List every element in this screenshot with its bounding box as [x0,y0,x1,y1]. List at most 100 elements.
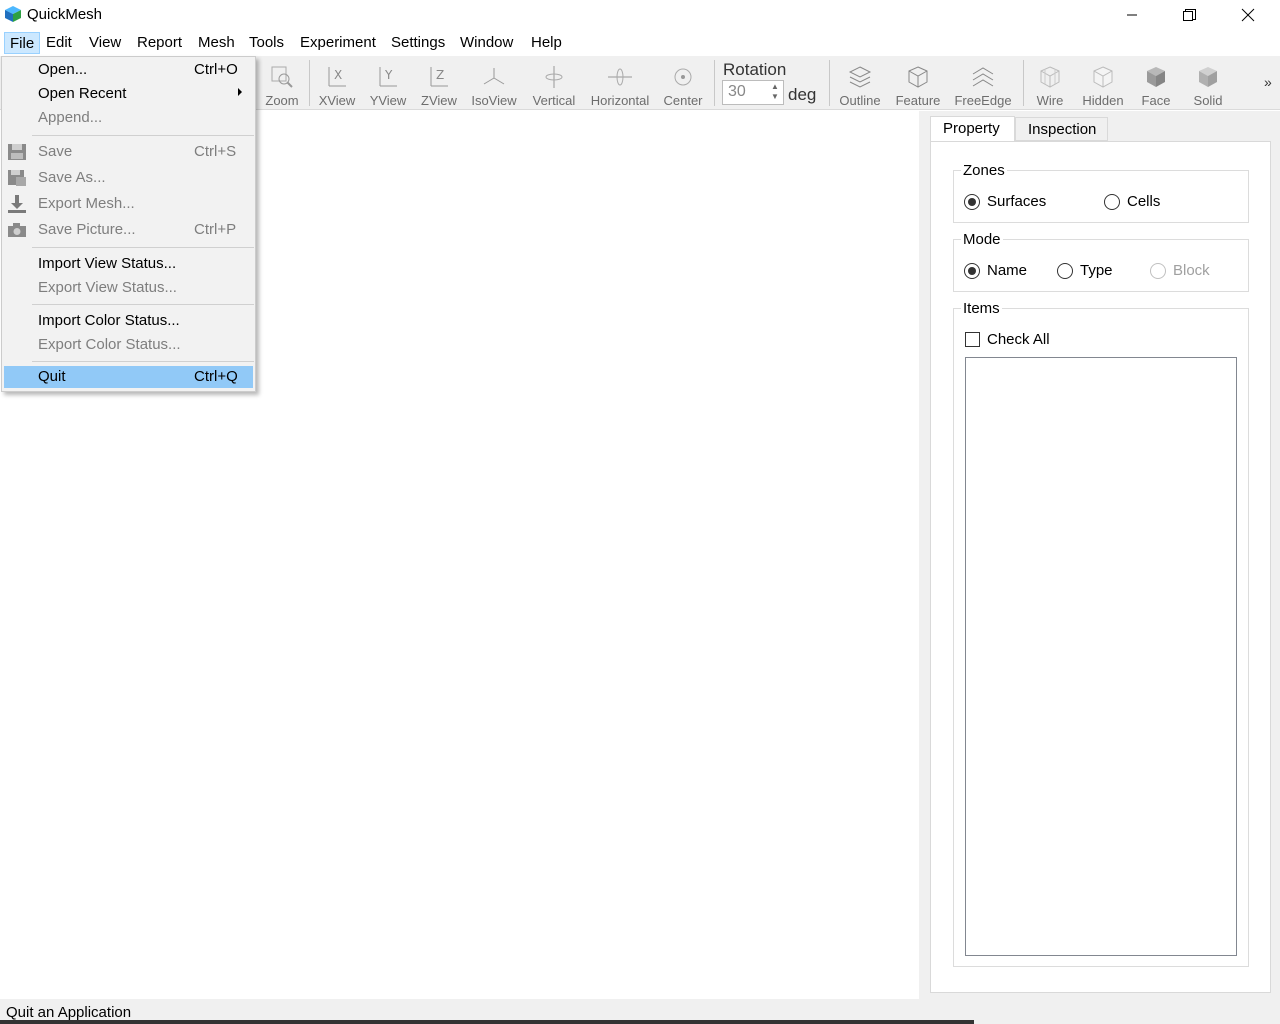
menu-export-color-status[interactable]: Export Color Status... [4,334,253,356]
items-label: Items [961,300,1002,317]
menu-save[interactable]: Save Ctrl+S [4,141,253,163]
wire-button[interactable]: Wire [1030,58,1070,108]
minimize-button[interactable] [1103,0,1161,30]
toolbar-overflow-icon[interactable]: » [1264,74,1272,90]
menu-export-view-status[interactable]: Export View Status... [4,277,253,299]
menu-separator [32,247,254,248]
window-title: QuickMesh [27,6,103,23]
z-axis-view-icon: Z [430,67,448,87]
menu-save-as[interactable]: Save As... [4,167,253,189]
radio-unchecked-icon [1057,262,1073,279]
app-logo-icon [5,6,21,22]
checkbox-unchecked-icon [965,332,980,347]
radio-unchecked-icon [1104,193,1120,210]
menu-separator [32,135,254,136]
svg-text:Z: Z [436,68,444,82]
menu-mesh[interactable]: Mesh [193,32,240,54]
solid-button[interactable]: Solid [1187,58,1229,108]
solid-shading-icon [1199,67,1217,87]
minimize-icon [1127,14,1137,16]
horizontal-rotate-icon [608,68,632,86]
spin-up-icon[interactable]: ▲ [768,82,782,92]
restore-button[interactable] [1160,0,1218,30]
menu-report[interactable]: Report [132,32,187,54]
menu-append[interactable]: Append... [4,107,253,129]
freeedge-button[interactable]: FreeEdge [953,58,1013,108]
isoview-button[interactable]: IsoView [469,58,519,108]
menu-window[interactable]: Window [455,32,518,54]
panel-splitter[interactable] [919,111,929,999]
mode-block-radio[interactable]: Block [1150,262,1210,279]
vertical-rotate-button[interactable]: Vertical [529,58,579,108]
camera-icon [8,223,26,237]
mode-type-radio[interactable]: Type [1057,262,1113,279]
free-edge-icon [972,67,994,87]
radio-disabled-icon [1150,262,1166,279]
menu-import-view-status[interactable]: Import View Status... [4,253,253,275]
close-icon [1241,8,1255,22]
save-as-icon [8,170,26,186]
menu-view[interactable]: View [84,32,126,54]
menu-file[interactable]: File [4,32,41,54]
radio-checked-icon [964,193,980,210]
menu-save-picture[interactable]: Save Picture... Ctrl+P [4,219,253,241]
menu-open[interactable]: Open... Ctrl+O [4,59,253,81]
horizontal-rotate-button[interactable]: Horizontal [588,58,652,108]
svg-text:X: X [334,68,342,82]
menu-separator [32,361,254,362]
hidden-line-icon [1093,66,1113,88]
iso-view-icon [483,68,505,85]
title-bar: QuickMesh [0,0,1280,30]
zview-button[interactable]: Z ZView [418,58,460,108]
download-icon [8,195,26,213]
file-menu-dropdown: Open... Ctrl+O Open Recent Append... Sav… [1,56,256,392]
menu-bar: File Edit View Report Mesh Tools Experim… [0,30,1280,55]
submenu-arrow-icon [238,88,242,96]
menu-help[interactable]: Help [526,32,567,54]
items-list[interactable] [965,357,1237,956]
restore-icon [1182,8,1196,21]
xview-button[interactable]: X XView [317,58,357,108]
feature-icon [908,66,928,88]
wireframe-icon [1040,66,1060,88]
menu-experiment[interactable]: Experiment [295,32,381,54]
face-shading-icon [1147,67,1165,87]
spin-down-icon[interactable]: ▼ [768,92,782,102]
center-icon [674,68,692,86]
check-all-checkbox[interactable]: Check All [965,331,1050,348]
close-button[interactable] [1219,0,1277,30]
toolbar-separator [309,60,310,106]
y-axis-view-icon: Y [379,67,397,87]
menu-settings[interactable]: Settings [386,32,450,54]
toolbar-separator [714,60,715,106]
zones-surfaces-radio[interactable]: Surfaces [964,193,1046,210]
menu-open-recent[interactable]: Open Recent [4,83,253,105]
center-button[interactable]: Center [661,58,705,108]
save-disk-icon [8,144,26,160]
menu-export-mesh[interactable]: Export Mesh... [4,193,253,215]
menu-quit[interactable]: Quit Ctrl+Q [4,366,253,388]
toolbar-separator [829,60,830,106]
yview-button[interactable]: Y YView [366,58,410,108]
hidden-button[interactable]: Hidden [1079,58,1127,108]
zoom-icon [271,66,293,88]
face-button[interactable]: Face [1136,58,1176,108]
menu-separator [32,304,254,305]
zoom-button[interactable]: Zoom [262,58,302,108]
status-message: Quit an Application [6,1004,132,1021]
tab-property[interactable]: Property [930,116,1015,143]
mode-name-radio[interactable]: Name [964,262,1027,279]
zones-label: Zones [961,162,1007,179]
feature-button[interactable]: Feature [893,58,943,108]
outline-button[interactable]: Outline [837,58,883,108]
rotation-spinner[interactable]: ▲ ▼ [768,82,782,103]
menu-edit[interactable]: Edit [41,32,77,54]
toolbar-separator [1023,60,1024,106]
menu-tools[interactable]: Tools [244,32,289,54]
rotation-unit: deg [788,85,817,104]
tab-inspection[interactable]: Inspection [1015,117,1108,141]
outline-icon [848,66,872,88]
menu-import-color-status[interactable]: Import Color Status... [4,310,253,332]
mode-label: Mode [961,231,1003,248]
zones-cells-radio[interactable]: Cells [1104,193,1160,210]
